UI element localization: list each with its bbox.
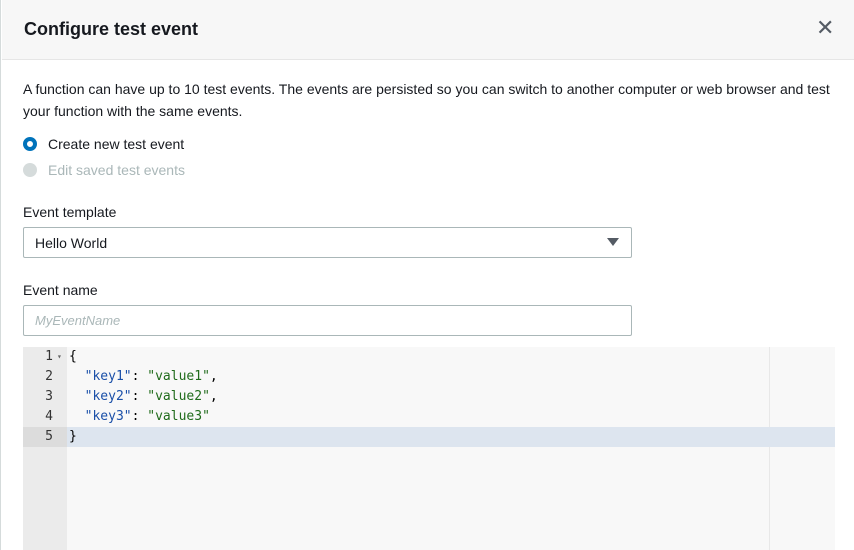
json-editor[interactable]: 1 ▾{ 2 "key1": "value1", 3 "key2": "value… [23, 347, 835, 550]
json-value: "value1" [147, 369, 210, 384]
selected-value: Hello World [35, 235, 108, 251]
code-line: 2 "key1": "value1", [23, 367, 835, 387]
code-text: } [69, 429, 77, 444]
code-line: 3 "key2": "value2", [23, 387, 835, 407]
radio-label: Create new test event [48, 136, 185, 152]
line-number: 2 [45, 369, 53, 384]
event-template-select[interactable]: Hello World [23, 227, 632, 258]
json-key: "key3" [84, 409, 132, 424]
radio-create-new-test-event[interactable]: Create new test event [23, 136, 184, 152]
json-value: "value2" [147, 389, 210, 404]
code-line-active: 5} [23, 427, 835, 447]
json-key: "key2" [84, 389, 132, 404]
code-text: { [69, 349, 77, 364]
code-line: 4 "key3": "value3" [23, 407, 835, 427]
comma: , [209, 369, 218, 384]
comma: , [209, 389, 218, 404]
event-name-label: Event name [23, 282, 98, 298]
description: A function can have up to 10 test events… [23, 81, 830, 119]
caret-down-icon [607, 238, 619, 246]
line-number: 5 [23, 427, 67, 447]
radio-edit-saved-test-events[interactable]: Edit saved test events [23, 162, 185, 178]
json-key: "key1" [84, 369, 132, 384]
event-name-input[interactable] [23, 305, 632, 336]
radio-label: Edit saved test events [48, 162, 185, 178]
dialog-title: Configure test event [24, 19, 199, 39]
radio-disabled-icon [23, 163, 37, 177]
dialog: Configure test event ✕ A function can ha… [0, 0, 854, 550]
close-button[interactable]: ✕ [816, 16, 834, 40]
event-template-label: Event template [23, 204, 117, 220]
code-line: 1 ▾{ [23, 347, 835, 367]
radio-selected-icon [23, 137, 37, 151]
fold-icon[interactable]: ▾ [57, 347, 62, 367]
line-number: 4 [45, 409, 53, 424]
dialog-header: Configure test event ✕ [2, 0, 854, 60]
json-value: "value3" [147, 409, 210, 424]
line-number: 3 [45, 389, 53, 404]
close-icon: ✕ [816, 15, 835, 40]
